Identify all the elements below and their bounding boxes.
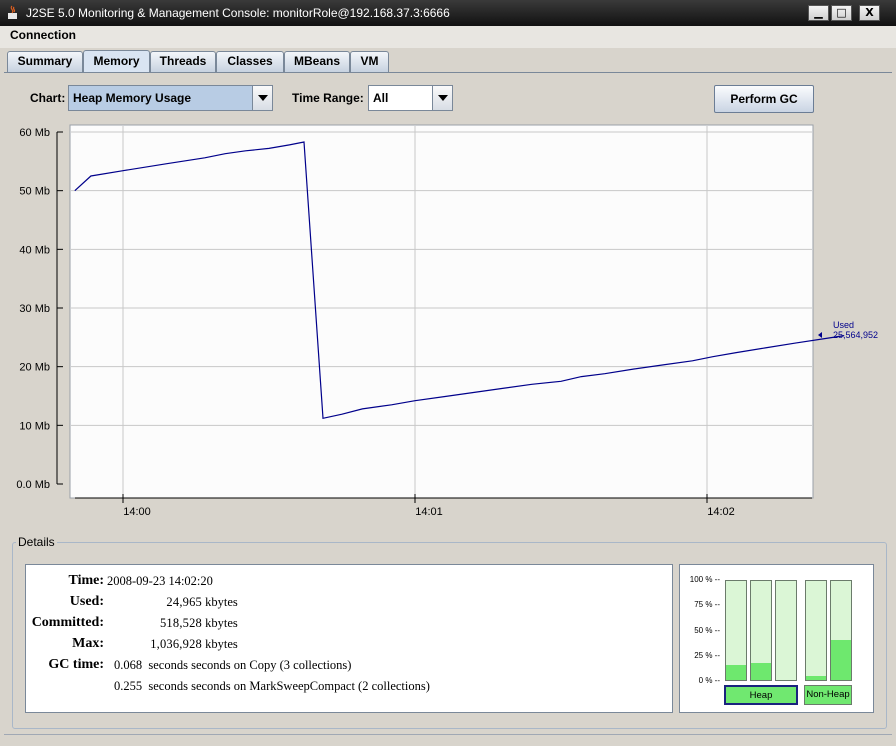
detail-max-key: Max: bbox=[72, 636, 104, 651]
heap-pool-bar[interactable] bbox=[750, 580, 772, 681]
memory-chart: 0.0 Mb 10 Mb 20 Mb 30 Mb 40 Mb 50 Mb 60 Mb 14:… bbox=[16, 124, 878, 518]
details-title: Details bbox=[16, 535, 57, 549]
y-tick-label: 50 Mb bbox=[19, 186, 50, 198]
y-tick-label: 10 Mb bbox=[19, 420, 50, 432]
detail-used-value: 24,965 kbytes bbox=[112, 595, 238, 610]
detail-gc-marksweep-value: 0.255 seconds seconds on MarkSweepCompac… bbox=[114, 679, 430, 694]
bar-fill bbox=[751, 663, 771, 680]
details-info-panel: Time: 2008-09-23 14:02:20 Used: 24,965 k… bbox=[25, 564, 673, 713]
x-tick-label: 14:02 bbox=[707, 506, 735, 518]
heap-pool-bar[interactable] bbox=[725, 580, 747, 681]
percent-label: 100 % -- bbox=[689, 575, 720, 584]
detail-gc-marksweep-num: 0.255 bbox=[114, 679, 143, 693]
annotation-label: Used bbox=[833, 320, 854, 330]
heap-pool-button[interactable]: Heap bbox=[724, 685, 798, 705]
detail-gc-marksweep-unit: seconds seconds on MarkSweepCompact (2 c… bbox=[148, 679, 430, 693]
used-annotation: Used 25,564,952 bbox=[818, 320, 878, 340]
detail-gc-copy-num: 0.068 bbox=[114, 658, 143, 672]
y-tick-label: 40 Mb bbox=[19, 244, 50, 256]
y-axis: 0.0 Mb 10 Mb 20 Mb 30 Mb 40 Mb 50 Mb 60 Mb bbox=[16, 127, 63, 491]
detail-committed-key: Committed: bbox=[31, 615, 104, 630]
detail-committed-num: 518,528 bbox=[159, 616, 202, 630]
x-tick-label: 14:01 bbox=[415, 506, 443, 518]
plot-area bbox=[69, 124, 814, 499]
y-tick-label: 20 Mb bbox=[19, 362, 50, 374]
detail-used-key: Used: bbox=[69, 594, 104, 609]
bar-fill bbox=[831, 640, 851, 680]
heap-pool-bar[interactable] bbox=[775, 580, 797, 681]
detail-committed-unit: kbytes bbox=[205, 616, 238, 630]
annotation-pointer-icon bbox=[818, 332, 822, 338]
x-tick-label: 14:00 bbox=[123, 506, 151, 518]
detail-used-unit: kbytes bbox=[205, 595, 238, 609]
detail-max-value: 1,036,928 kbytes bbox=[112, 637, 238, 652]
non-heap-pool-button[interactable]: Non-Heap bbox=[804, 685, 852, 705]
detail-max-unit: kbytes bbox=[205, 637, 238, 651]
detail-gc-copy-unit: seconds seconds on Copy (3 collections) bbox=[148, 658, 352, 672]
annotation-value: 25,564,952 bbox=[833, 330, 878, 340]
detail-gc-time-key: GC time: bbox=[48, 657, 104, 672]
detail-gc-copy-value: 0.068 seconds seconds on Copy (3 collect… bbox=[114, 658, 351, 673]
percent-label: 75 % -- bbox=[694, 600, 720, 610]
detail-time-value: 2008-09-23 14:02:20 bbox=[107, 574, 213, 588]
percent-label: 25 % -- bbox=[694, 650, 720, 660]
percent-label: 50 % -- bbox=[694, 625, 720, 635]
non-heap-pool-bar[interactable] bbox=[830, 580, 852, 681]
y-tick-label: 0.0 Mb bbox=[16, 479, 50, 491]
non-heap-pool-bar[interactable] bbox=[805, 580, 827, 681]
x-axis: 14:00 14:01 14:02 bbox=[75, 494, 812, 518]
percent-scale: 100 % -- 75 % -- 50 % -- 25 % -- 0 % -- bbox=[680, 565, 720, 714]
detail-max-num: 1,036,928 bbox=[150, 637, 202, 651]
detail-committed-value: 518,528 kbytes bbox=[112, 616, 238, 631]
detail-used-num: 24,965 bbox=[166, 595, 202, 609]
y-tick-label: 60 Mb bbox=[19, 127, 50, 139]
y-tick-label: 30 Mb bbox=[19, 303, 50, 315]
percent-label: 0 % -- bbox=[698, 676, 720, 685]
bottom-divider bbox=[4, 734, 892, 735]
bar-fill bbox=[806, 676, 826, 680]
detail-time-key: Time: bbox=[68, 573, 104, 588]
memory-pools-panel: 100 % -- 75 % -- 50 % -- 25 % -- 0 % -- Heap… bbox=[679, 564, 874, 713]
bar-fill bbox=[726, 665, 746, 680]
